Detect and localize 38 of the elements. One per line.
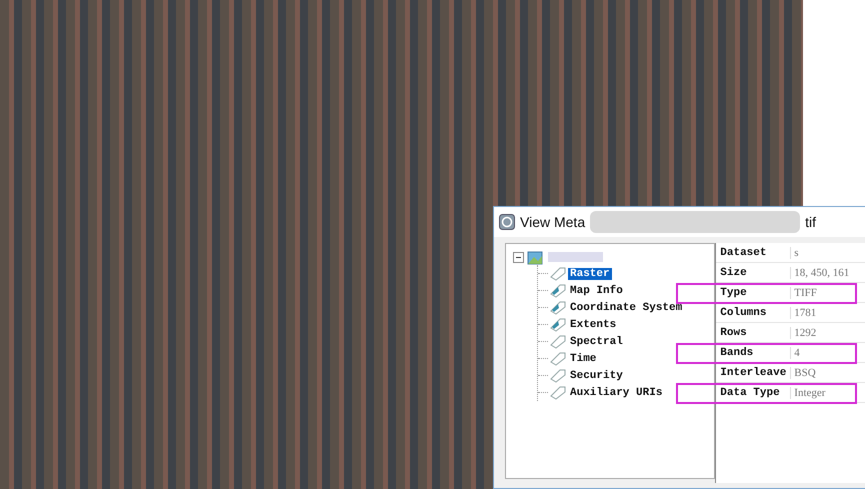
property-name: Data Type <box>716 386 792 398</box>
tree-item[interactable]: Coordinate System <box>568 302 684 314</box>
property-value: 18, 450, 161 <box>793 266 850 278</box>
tag-icon <box>550 266 566 281</box>
property-name: Columns <box>716 306 792 318</box>
tag-icon <box>550 300 566 315</box>
tree-item[interactable]: Raster <box>568 268 612 280</box>
property-value: 1292 <box>793 326 816 338</box>
property-value: TIFF <box>793 286 817 298</box>
raster-file-icon <box>527 249 545 265</box>
tree-item[interactable]: Auxiliary URIs <box>568 386 664 398</box>
tree-item[interactable]: Time <box>568 352 598 364</box>
tag-icon <box>550 351 566 366</box>
property-name: Size <box>716 266 792 278</box>
property-name: Type <box>716 286 792 298</box>
property-value: s <box>793 246 799 258</box>
property-value: 1781 <box>793 306 816 318</box>
blurred-label <box>548 252 603 262</box>
tag-icon <box>550 334 566 349</box>
tag-icon <box>550 283 566 298</box>
property-name: Dataset <box>716 246 792 258</box>
tag-icon <box>550 317 566 332</box>
property-name: Bands <box>716 346 792 358</box>
tree-item[interactable]: Security <box>568 370 625 382</box>
tree-item[interactable]: Extents <box>568 318 618 330</box>
app-icon <box>499 214 515 230</box>
property-value: 4 <box>793 346 800 358</box>
property-value: Integer <box>793 386 826 398</box>
tree-item[interactable]: Map Info <box>568 284 625 296</box>
window-title-suffix: tif <box>805 214 816 230</box>
collapse-icon[interactable] <box>513 252 524 262</box>
tree-item[interactable]: Spectral <box>568 336 625 348</box>
property-name: Rows <box>716 326 792 338</box>
tag-icon <box>550 385 566 400</box>
property-name: Interleave <box>716 366 792 378</box>
tag-icon <box>550 368 566 383</box>
property-value: BSQ <box>793 366 816 378</box>
window-title: View Meta <box>520 214 586 230</box>
